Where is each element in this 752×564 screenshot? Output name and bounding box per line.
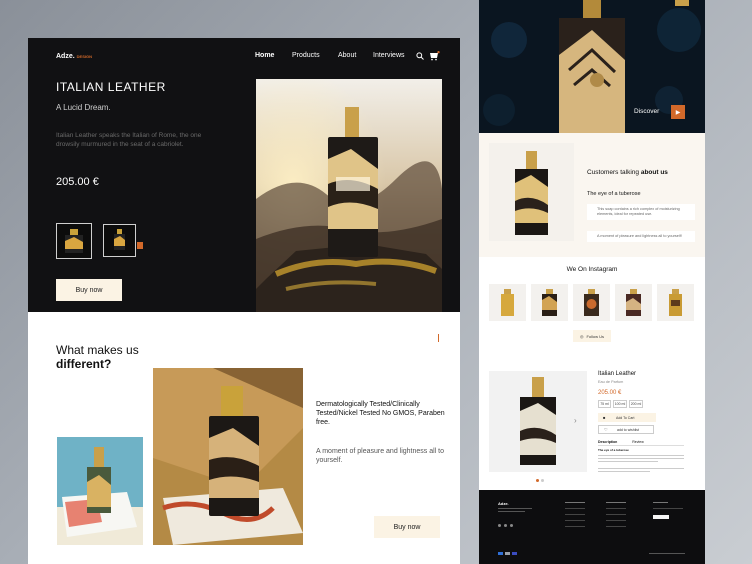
visa-icon [498, 552, 503, 555]
discover-banner: Discover ▶ [479, 0, 705, 133]
discover-button[interactable]: ▶ [671, 105, 685, 119]
perfume-bottle-image [489, 371, 587, 472]
size-option-100[interactable]: 100 ml [613, 400, 627, 408]
landing-page: Adze. DESIGN Home Products About Intervie… [28, 38, 460, 564]
footer: Adze. [479, 490, 705, 564]
description-placeholder-lines [598, 455, 684, 474]
footer-about-lines [498, 508, 532, 514]
nav-products[interactable]: Products [292, 52, 320, 59]
testimonials-title: Customers talking about us [587, 169, 668, 176]
section-title: What makes us different? [56, 343, 139, 371]
hero-buy-button[interactable]: Buy now [56, 279, 122, 301]
perfume-feature-image [153, 368, 303, 545]
instagram-title: We On Instagram [566, 266, 618, 273]
nav-interviews[interactable]: Interviews [373, 52, 405, 59]
product-price: 205.00 € [598, 390, 622, 396]
product-page: Discover ▶ Customers talking about us Th… [479, 0, 705, 564]
hero-description: Italian Leather speaks the Italian of Ro… [56, 132, 202, 148]
footer-column-2 [606, 502, 626, 532]
tab-review[interactable]: Review [632, 440, 643, 444]
perfume-card-image [57, 437, 143, 545]
footer-column-1 [565, 502, 585, 532]
hero-subtitle: A Lucid Dream. [56, 103, 111, 112]
perfume-bottle-icon [114, 229, 125, 250]
heart-icon: ♡ [604, 427, 608, 432]
instagram-post-1[interactable] [489, 284, 526, 321]
follow-us-button[interactable]: ◎ Follow Us [573, 330, 611, 342]
perfume-bottle-image [489, 143, 574, 241]
tab-description[interactable]: Description [598, 440, 617, 444]
add-to-cart-button[interactable]: ■ Add To Cart [598, 413, 656, 422]
facebook-icon[interactable] [498, 524, 501, 527]
nav-about[interactable]: About [338, 52, 356, 59]
payment-icons [498, 552, 517, 555]
testimonial-quote-1: This soap contains a rich complex of moi… [587, 204, 695, 220]
testimonial-heading: The eye of a tuberose [587, 191, 641, 197]
testimonial-product-image [489, 143, 574, 241]
product-subtitle: Eau de Parfum [598, 380, 624, 384]
product-name: Italian Leather [598, 371, 637, 377]
feature-text: Dermatologically Tested/Clinically Teste… [316, 401, 445, 426]
feature-description: A moment of pleasure and lightness all t… [316, 448, 445, 464]
product-thumbnail-2[interactable] [103, 224, 136, 257]
tab-divider [598, 445, 684, 446]
instagram-post-4[interactable] [615, 284, 652, 321]
instagram-icon: ◎ [579, 333, 584, 339]
scroll-indicator [438, 334, 439, 342]
cart-icon: ■ [603, 415, 606, 420]
product-thumbnail-1[interactable] [56, 223, 92, 259]
instagram-post-2[interactable] [531, 284, 568, 321]
mastercard-icon [505, 552, 510, 555]
perfume-bottle-icon [65, 229, 83, 253]
size-option-200[interactable]: 200 ml [629, 400, 643, 408]
instagram-icon[interactable] [504, 524, 507, 527]
product-detail-image [489, 371, 587, 472]
nav-home[interactable]: Home [255, 52, 274, 59]
paypal-icon [512, 552, 517, 555]
hero-title: ITALIAN LEATHER [56, 80, 166, 94]
footer-newsletter [653, 502, 683, 519]
search-icon[interactable] [416, 52, 424, 60]
hero-product-image [256, 79, 442, 312]
brand-logo[interactable]: Adze. DESIGN [56, 53, 92, 60]
play-icon: ▶ [675, 109, 681, 116]
wishlist-button[interactable]: ♡ add to wishlist [598, 425, 654, 434]
description-title: The eye of a tuberose [598, 448, 629, 452]
instagram-post-3[interactable] [573, 284, 610, 321]
perfume-light-shadow-image [153, 368, 303, 545]
hero-price: 205.00 € [56, 176, 99, 188]
carousel-dot[interactable] [541, 479, 544, 482]
footer-logo: Adze. [498, 501, 509, 506]
subscribe-button[interactable] [653, 515, 669, 519]
social-icons [498, 524, 513, 527]
testimonial-quote-2: A moment of pleasure and lightness all t… [587, 231, 695, 242]
perfume-with-cards-image [57, 437, 143, 545]
twitter-icon[interactable] [510, 524, 513, 527]
thumbnail-next-button[interactable] [137, 242, 143, 249]
discover-label: Discover [634, 108, 660, 115]
section-buy-button[interactable]: Buy now [374, 516, 440, 538]
product-tabs: Description Review [598, 440, 658, 444]
hero-section: Adze. DESIGN Home Products About Intervie… [28, 38, 460, 312]
perfume-on-rock-image [256, 79, 442, 312]
brand-logo-sub: DESIGN [76, 54, 93, 59]
instagram-post-5[interactable] [657, 284, 694, 321]
footer-copyright-line [649, 553, 685, 554]
chevron-right-icon[interactable]: › [574, 416, 577, 425]
cart-icon[interactable] [429, 51, 440, 61]
carousel-dot-active[interactable] [536, 479, 539, 482]
size-option-75[interactable]: 75 ml [598, 400, 611, 408]
